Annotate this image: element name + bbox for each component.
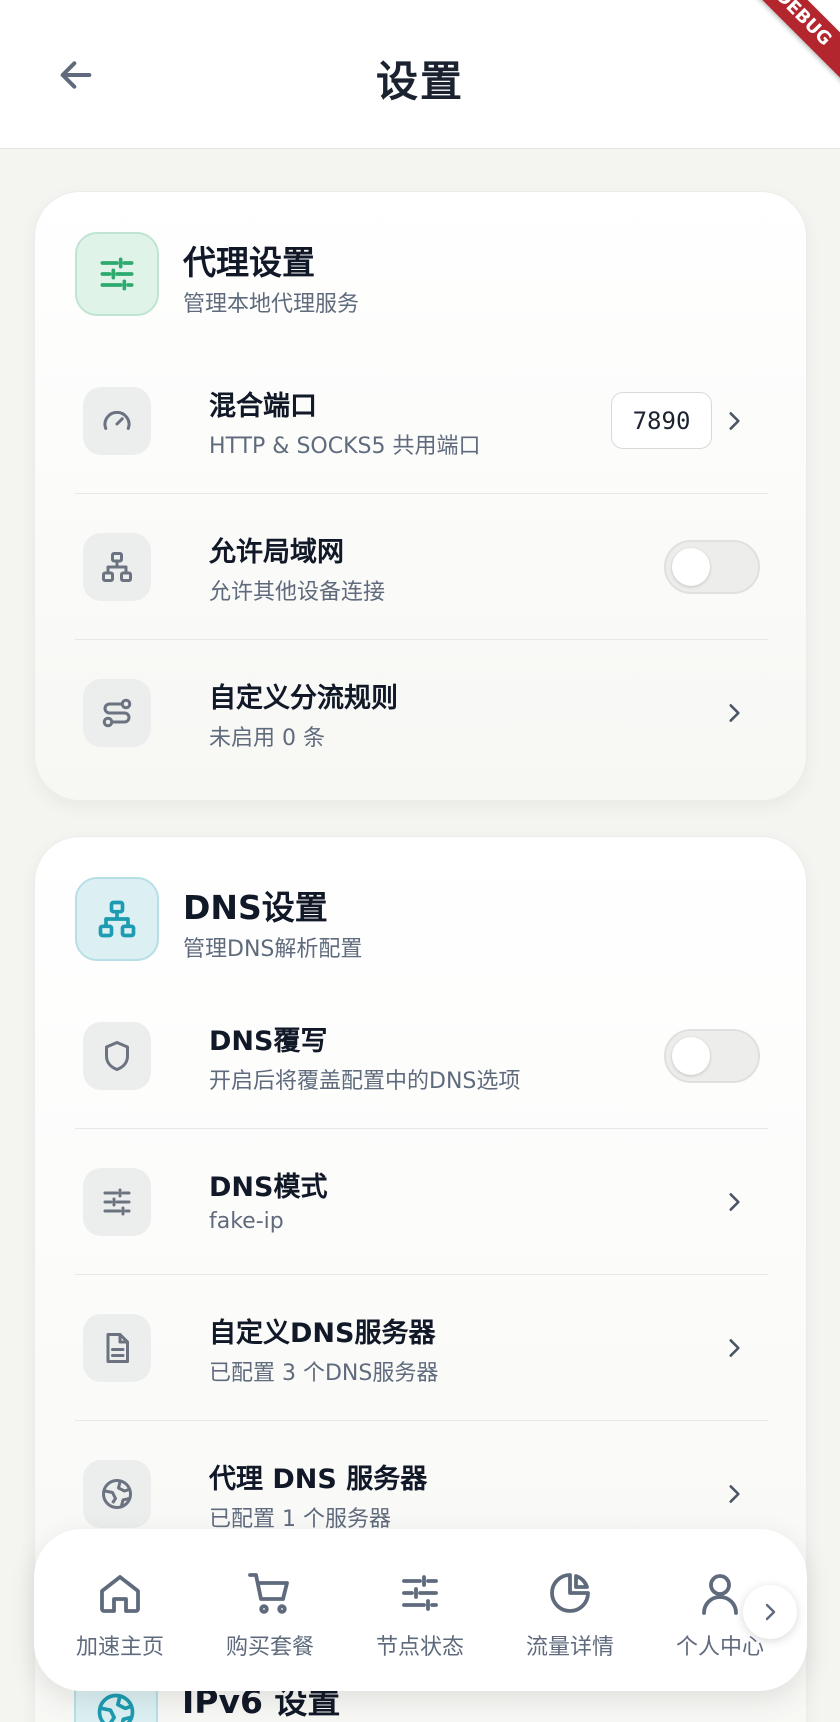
nav-item-buy[interactable]: 购买套餐 xyxy=(195,1569,345,1669)
proxy-sliders-icon xyxy=(75,232,159,316)
home-icon xyxy=(45,1569,195,1619)
row-dns-override: DNS覆写 开启后将覆盖配置中的DNS选项 xyxy=(75,983,768,1129)
nav-item-home[interactable]: 加速主页 xyxy=(45,1569,195,1669)
row-custom-rules[interactable]: 自定义分流规则 未启用 0 条 xyxy=(75,640,768,786)
nav-label: 节点状态 xyxy=(375,1635,464,1660)
row-title: 自定义DNS服务器 xyxy=(209,1318,436,1349)
nav-label: 加速主页 xyxy=(75,1635,164,1660)
allow-lan-toggle[interactable] xyxy=(664,540,760,594)
dns-override-toggle[interactable] xyxy=(664,1029,760,1083)
row-subtitle: HTTP & SOCKS5 共用端口 xyxy=(209,434,481,459)
sliders-icon xyxy=(83,1168,151,1236)
proxy-card-subtitle: 管理本地代理服务 xyxy=(183,292,360,317)
row-title: 代理 DNS 服务器 xyxy=(209,1464,428,1495)
pie-chart-icon xyxy=(495,1569,645,1619)
page-title: 设置 xyxy=(375,57,464,106)
row-subtitle: 未启用 0 条 xyxy=(209,726,325,751)
row-subtitle: 已配置 3 个DNS服务器 xyxy=(209,1361,439,1386)
row-title: DNS覆写 xyxy=(209,1026,328,1057)
nav-more-button[interactable] xyxy=(743,1585,797,1639)
row-subtitle: fake-ip xyxy=(209,1209,284,1234)
toggle-knob xyxy=(672,548,710,586)
chevron-right-icon xyxy=(716,1476,752,1512)
dns-network-icon xyxy=(75,877,159,961)
shield-icon xyxy=(83,1022,151,1090)
row-title: 自定义分流规则 xyxy=(209,683,398,714)
app-header: 设置 DEBUG xyxy=(0,0,840,149)
cart-icon xyxy=(195,1569,345,1619)
row-subtitle: 开启后将覆盖配置中的DNS选项 xyxy=(209,1069,521,1094)
dns-card-header: DNS设置 管理DNS解析配置 xyxy=(75,877,755,963)
row-dns-mode[interactable]: DNS模式 fake-ip xyxy=(75,1129,768,1275)
row-subtitle: 允许其他设备连接 xyxy=(209,580,386,605)
chevron-right-icon xyxy=(716,403,752,439)
proxy-settings-card: 代理设置 管理本地代理服务 混合端口 HTTP & SOCKS5 共用端口 78… xyxy=(34,191,807,801)
toggle-knob xyxy=(672,1037,710,1075)
port-value[interactable]: 7890 xyxy=(611,392,712,449)
route-icon xyxy=(83,679,151,747)
row-allow-lan: 允许局域网 允许其他设备连接 xyxy=(75,494,768,640)
nav-item-nodes[interactable]: 节点状态 xyxy=(345,1569,495,1669)
nav-label: 流量详情 xyxy=(525,1635,614,1660)
chevron-right-icon xyxy=(716,1184,752,1220)
row-custom-dns-servers[interactable]: 自定义DNS服务器 已配置 3 个DNS服务器 xyxy=(75,1275,768,1421)
sliders-icon xyxy=(345,1569,495,1619)
settings-page: 设置 DEBUG 代理设置 管理本地代理服务 混合端口 HTTP & SOCKS… xyxy=(0,0,840,1722)
row-mixed-port[interactable]: 混合端口 HTTP & SOCKS5 共用端口 7890 xyxy=(75,348,768,494)
row-title: 混合端口 xyxy=(209,391,317,422)
document-icon xyxy=(83,1314,151,1382)
chevron-right-icon xyxy=(716,1330,752,1366)
chevron-right-icon xyxy=(765,1603,776,1621)
globe-icon xyxy=(83,1460,151,1528)
row-title: DNS模式 xyxy=(209,1172,328,1203)
network-icon xyxy=(83,533,151,601)
row-title: 允许局域网 xyxy=(209,537,344,568)
dns-card-title: DNS设置 xyxy=(183,888,328,927)
gauge-icon xyxy=(83,387,151,455)
dns-card-subtitle: 管理DNS解析配置 xyxy=(183,937,363,962)
bottom-nav: 加速主页 购买套餐 节点状态 流量详情 个人中心 xyxy=(34,1529,807,1691)
proxy-card-header: 代理设置 管理本地代理服务 xyxy=(75,232,755,318)
nav-label: 购买套餐 xyxy=(225,1635,314,1660)
proxy-card-title: 代理设置 xyxy=(183,243,315,282)
chevron-right-icon xyxy=(716,695,752,731)
nav-item-traffic[interactable]: 流量详情 xyxy=(495,1569,645,1669)
